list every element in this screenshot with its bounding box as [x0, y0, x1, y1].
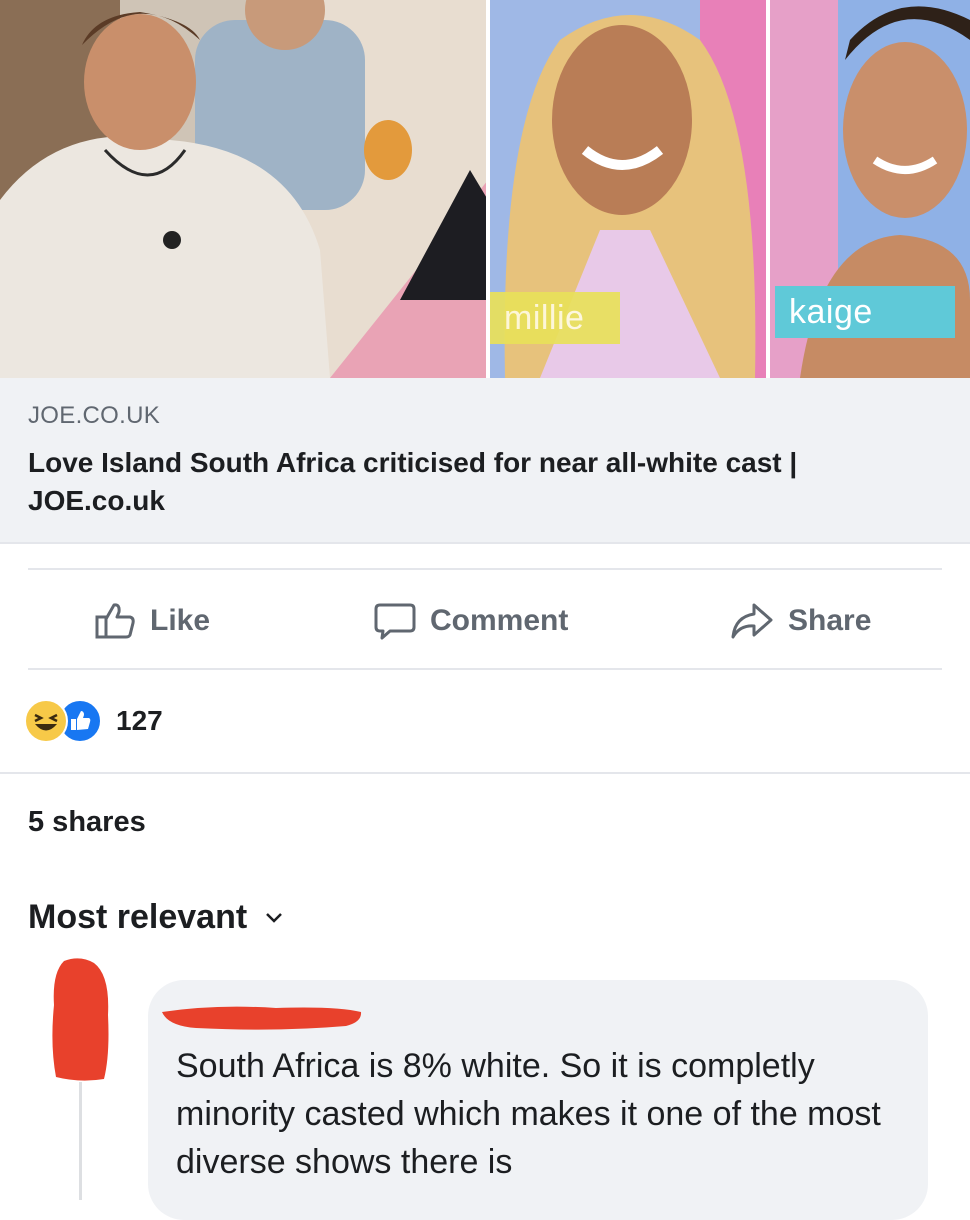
divider — [28, 668, 942, 670]
haha-icon — [24, 699, 68, 743]
link-preview-card[interactable]: JOE.CO.UK Love Island South Africa criti… — [0, 378, 970, 544]
sort-label: Most relevant — [28, 898, 248, 936]
thumbs-up-icon — [95, 603, 135, 639]
share-label: Share — [788, 604, 872, 637]
comment-label: Comment — [430, 604, 569, 637]
divider — [0, 772, 970, 774]
like-label: Like — [150, 604, 211, 637]
comment-button[interactable]: Comment — [374, 594, 568, 648]
chevron-down-icon — [266, 912, 283, 923]
link-domain: JOE.CO.UK — [28, 402, 161, 429]
reaction-count: 127 — [116, 705, 163, 736]
name-tag-millie: millie — [490, 292, 620, 344]
comment-sort-dropdown[interactable]: Most relevant — [28, 898, 283, 937]
link-headline[interactable]: Love Island South Africa criticised for … — [28, 444, 928, 520]
speech-bubble-icon — [374, 603, 416, 640]
name-tag-kaige: kaige — [775, 286, 955, 338]
avatar[interactable] — [50, 955, 112, 1083]
share-arrow-icon — [731, 603, 773, 639]
like-button[interactable]: Like — [94, 594, 210, 648]
redacted-avatar — [52, 958, 109, 1081]
post-action-bar: Like Comment Share — [0, 572, 970, 670]
thread-line — [79, 1082, 82, 1200]
comment-text: South Africa is 8% white. So it is compl… — [176, 1047, 881, 1181]
comment-bubble[interactable]: South Africa is 8% white. So it is compl… — [148, 980, 928, 1220]
share-button[interactable]: Share — [730, 594, 871, 648]
divider — [28, 568, 942, 570]
redacted-commenter-name — [162, 1006, 362, 1030]
shares-count[interactable]: 5 shares — [28, 806, 146, 839]
reaction-summary[interactable]: 127 — [24, 698, 163, 744]
article-preview-image[interactable]: millie kaige — [0, 0, 970, 378]
